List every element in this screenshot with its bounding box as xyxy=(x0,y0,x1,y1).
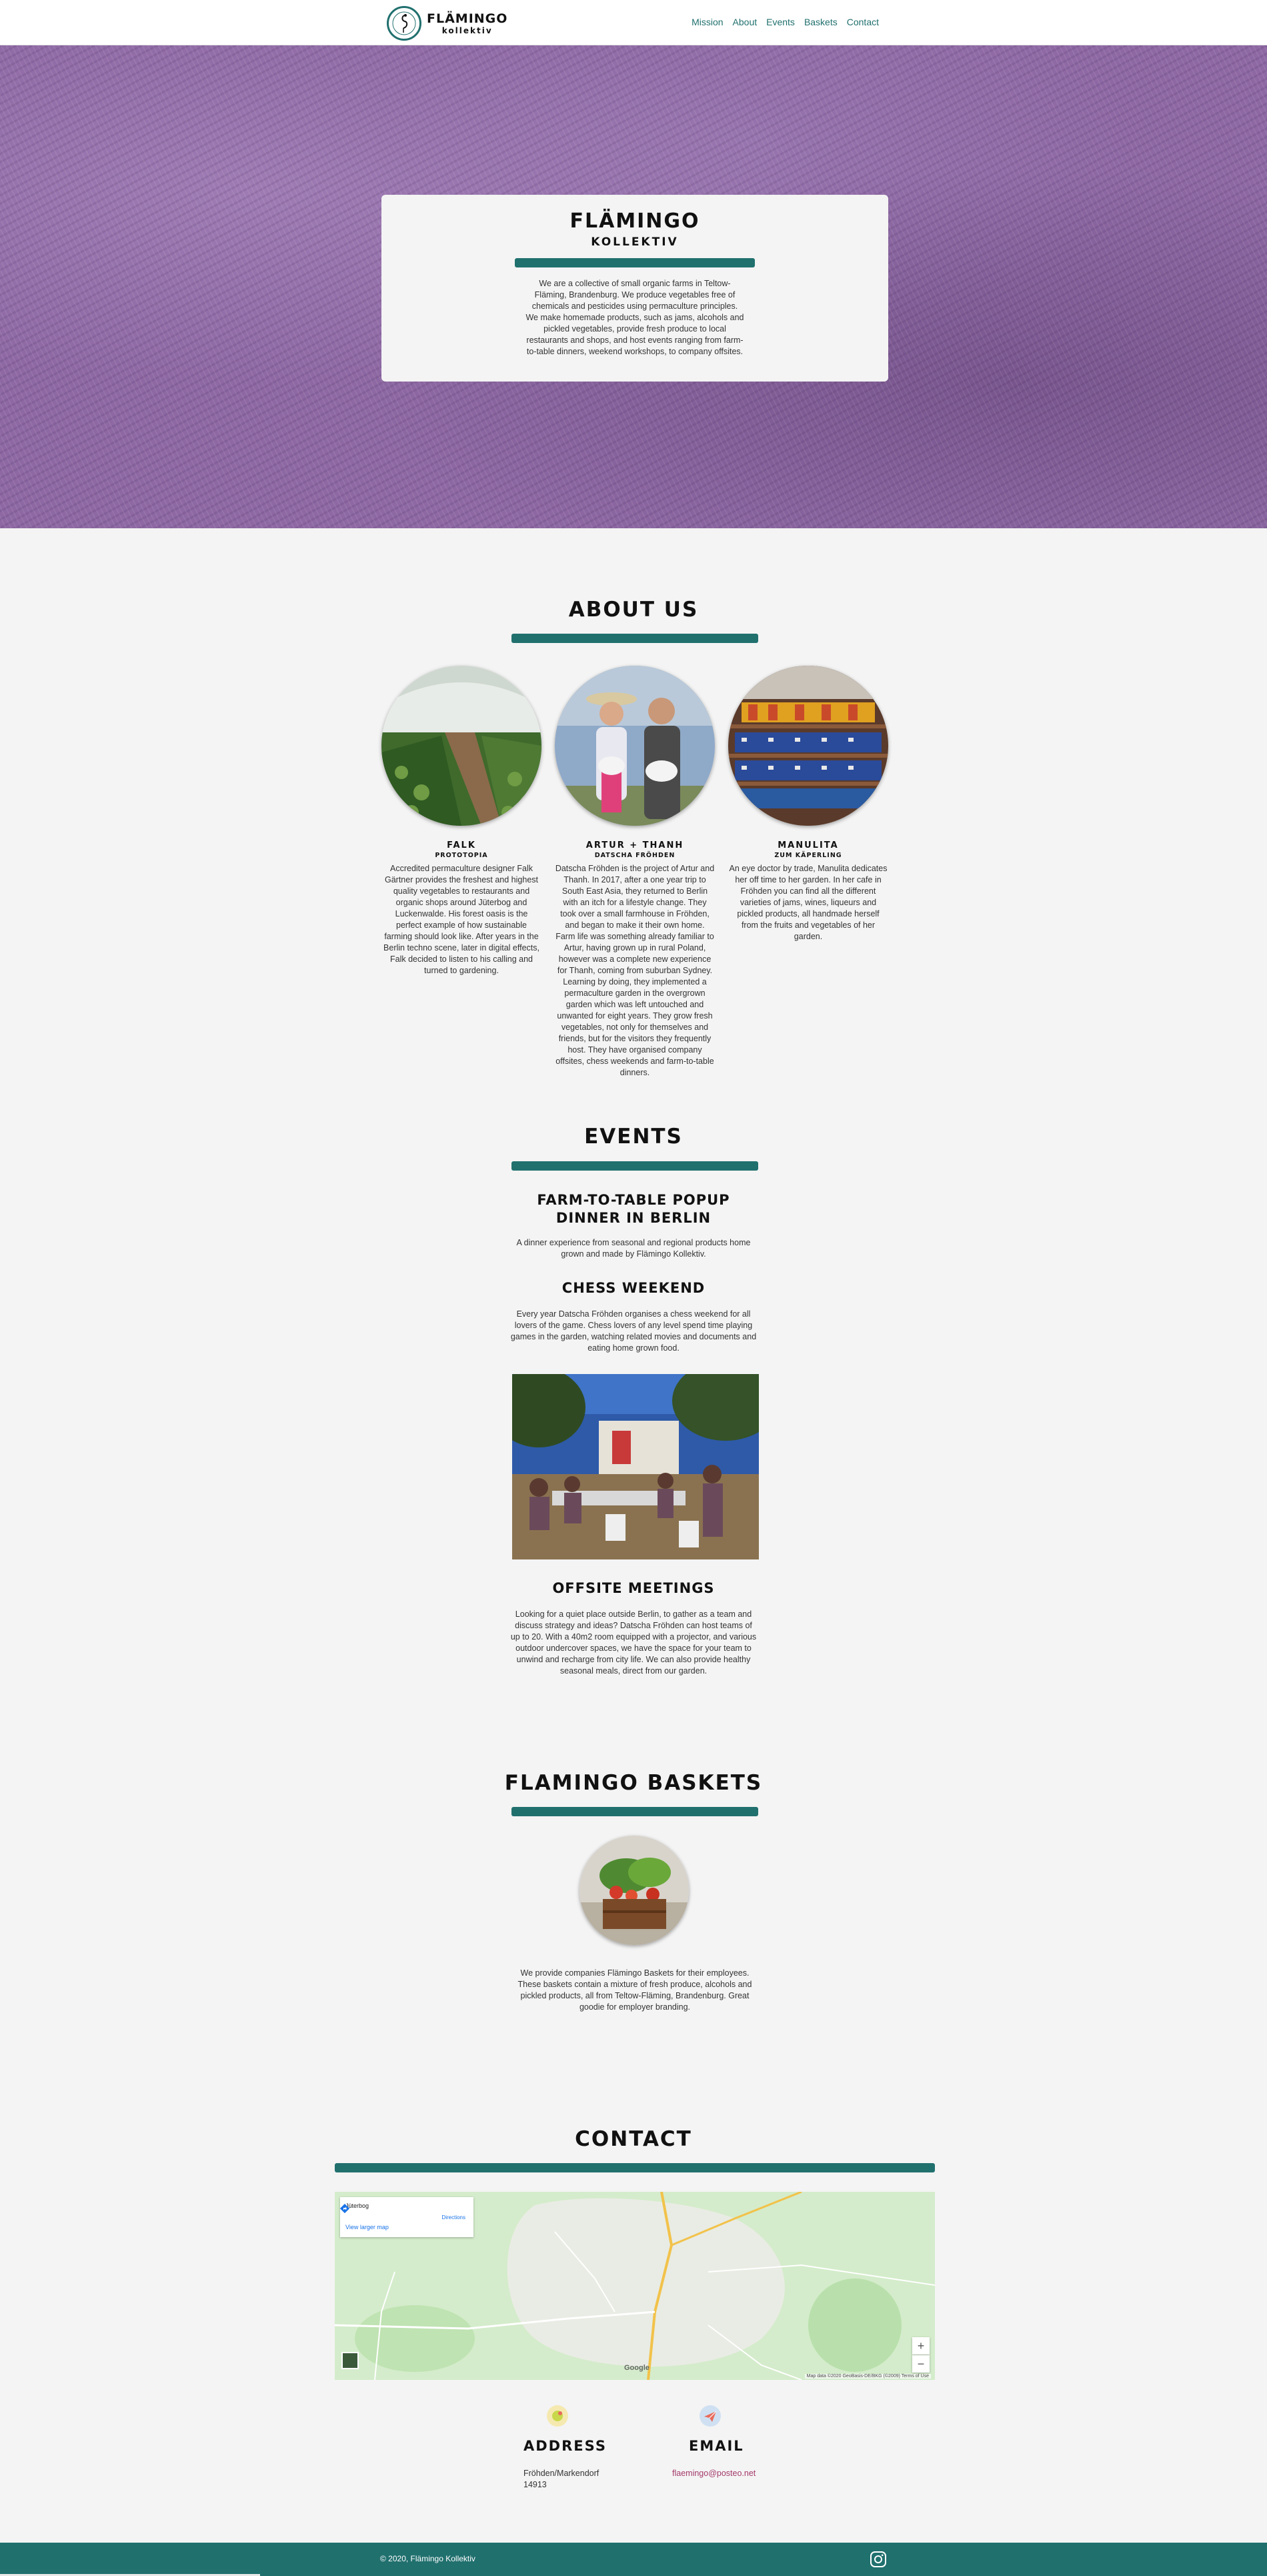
site-footer: © 2020, Flämingo Kollektiv xyxy=(0,2543,1267,2576)
instagram-icon[interactable] xyxy=(870,2551,887,2568)
nav-link-baskets[interactable]: Baskets xyxy=(804,17,838,27)
google-logo: Google xyxy=(624,2364,650,2372)
person-name: FALK xyxy=(447,840,476,850)
directions-link[interactable]: Directions xyxy=(441,2214,465,2220)
zoom-in-button[interactable]: + xyxy=(912,2337,930,2355)
view-larger-map-link[interactable]: View larger map xyxy=(345,2224,389,2230)
address-label: ADDRESS xyxy=(523,2438,607,2454)
nav-link-about[interactable]: About xyxy=(733,17,758,27)
event-text-dinner: A dinner experience from seasonal and re… xyxy=(516,1238,751,1259)
person-role: DATSCHA FRÖHDEN xyxy=(594,852,676,859)
email-label: EMAIL xyxy=(689,2438,744,2454)
site-logo[interactable]: FLÄMINGO kollektiv xyxy=(387,5,507,41)
person-bio: Accredited permaculture designer Falk Gä… xyxy=(383,864,539,975)
person-name: ARTUR + THANH xyxy=(585,840,684,850)
top-navbar: FLÄMINGO kollektiv Mission About Events … xyxy=(0,0,1267,45)
hero-card: FLÄMINGO KOLLEKTIV We are a collective o… xyxy=(381,195,888,382)
person-bio: Datscha Fröhden is the project of Artur … xyxy=(555,864,715,1077)
email-icon xyxy=(700,2405,721,2427)
nav-links: Mission About Events Baskets Contact xyxy=(692,17,879,27)
person-manulita: MANULITA ZUM KÄPERLING An eye doctor by … xyxy=(728,666,888,942)
artur-thanh-portrait xyxy=(555,666,715,826)
event-text-chess: Every year Datscha Fröhden organises a c… xyxy=(510,1309,757,1353)
logo-subtitle: kollektiv xyxy=(441,25,493,35)
flamingo-logo-icon xyxy=(387,6,421,41)
nav-link-events[interactable]: Events xyxy=(766,17,795,27)
person-falk: FALK PROTOTOPIA Accredited permaculture … xyxy=(381,666,541,977)
address-line-2: 14913 xyxy=(523,2480,547,2489)
person-role: PROTOTOPIA xyxy=(435,852,488,859)
contact-divider xyxy=(335,2163,935,2172)
basket-photo xyxy=(579,1836,689,1945)
manulita-portrait xyxy=(728,666,888,826)
event-title-chess: CHESS WEEKEND xyxy=(561,1280,706,1296)
address-icon xyxy=(547,2405,568,2427)
map-layer-icon[interactable] xyxy=(341,2352,359,2369)
hero-divider xyxy=(515,258,755,267)
map-attribution[interactable]: Map data ©2020 GeoBasis-DE/BKG (©2009) T… xyxy=(804,2374,931,2379)
person-bio: An eye doctor by trade, Manulita dedicat… xyxy=(729,864,888,941)
baskets-divider xyxy=(511,1807,758,1816)
event-text-offsite: Looking for a quiet place outside Berlin… xyxy=(510,1609,757,1676)
logo-title: FLÄMINGO xyxy=(427,11,508,26)
footer-copyright: © 2020, Flämingo Kollektiv xyxy=(380,2554,475,2563)
hero-description: We are a collective of small organic far… xyxy=(525,279,744,356)
hero-subtitle: KOLLEKTIV xyxy=(591,235,679,249)
zoom-out-button[interactable]: − xyxy=(912,2355,930,2373)
nav-link-mission[interactable]: Mission xyxy=(692,17,723,27)
hero-banner: FLÄMINGO KOLLEKTIV We are a collective o… xyxy=(0,45,1267,528)
baskets-text: We provide companies Flämingo Baskets fo… xyxy=(517,1968,752,2012)
email-link[interactable]: flaemingo@posteo.net xyxy=(672,2468,756,2479)
chess-weekend-photo xyxy=(512,1374,759,1559)
baskets-title: FLAMINGO BASKETS xyxy=(504,1771,763,1795)
about-divider xyxy=(511,634,758,643)
map-info-card: Jüterbog Directions View larger map xyxy=(340,2197,473,2237)
events-title: EVENTS xyxy=(584,1125,683,1149)
address-line-1: Fröhden/Markendorf xyxy=(523,2469,599,2478)
event-title-offsite: OFFSITE MEETINGS xyxy=(552,1580,715,1596)
person-name: MANULITA xyxy=(778,840,839,850)
nav-link-contact[interactable]: Contact xyxy=(847,17,879,27)
contact-title: CONTACT xyxy=(575,2127,692,2151)
hero-title: FLÄMINGO xyxy=(569,209,700,233)
person-artur-thanh: ARTUR + THANH DATSCHA FRÖHDEN Datscha Fr… xyxy=(555,666,715,1079)
embedded-map[interactable]: Jüterbog Directions View larger map + − … xyxy=(335,2192,935,2380)
events-divider xyxy=(511,1161,758,1171)
directions-icon[interactable] xyxy=(340,2204,349,2213)
falk-portrait xyxy=(381,666,541,826)
about-title: ABOUT US xyxy=(568,598,699,622)
person-role: ZUM KÄPERLING xyxy=(774,852,842,859)
event-title-dinner: FARM-TO-TABLE POPUP DINNER IN BERLIN xyxy=(537,1192,730,1226)
